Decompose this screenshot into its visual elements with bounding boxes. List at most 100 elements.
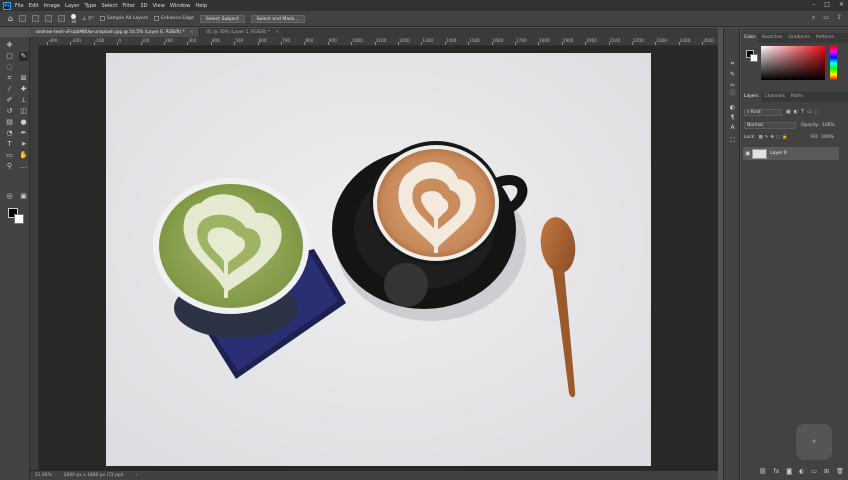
menu-edit[interactable]: Edit: [29, 3, 39, 9]
add-mask-icon[interactable]: ◙: [786, 468, 792, 475]
blend-mode-select[interactable]: Normal: [744, 122, 796, 129]
tool-presets-icon[interactable]: ✂: [728, 82, 737, 90]
tab-01[interactable]: 01 @ 30% (Layer 1, RGB/8) * ×: [200, 28, 286, 37]
lock-icons[interactable]: ▦✎✥⬚🔒: [759, 135, 790, 140]
info-icon[interactable]: ⓘ: [728, 90, 737, 98]
zoom-level[interactable]: 51.46%: [35, 473, 52, 478]
history-brush-icon[interactable]: ↺: [5, 107, 14, 116]
document-canvas-image[interactable]: [106, 53, 651, 466]
frame-tool-icon[interactable]: ⊠: [19, 74, 28, 83]
tab-swatches[interactable]: Swatches: [758, 33, 785, 43]
pen-tool-icon[interactable]: ✒: [19, 129, 28, 138]
tab-patterns[interactable]: Patterns: [813, 33, 837, 43]
layer-name[interactable]: Layer 0: [770, 151, 786, 156]
close-icon[interactable]: ✕: [839, 1, 844, 8]
tab-color[interactable]: Color: [741, 33, 759, 43]
layer-filter-select[interactable]: ⌕ Kind: [744, 109, 782, 116]
menu-file[interactable]: File: [15, 3, 24, 9]
fill-control[interactable]: Fill: 100%: [811, 135, 834, 140]
fx-icon[interactable]: fx: [774, 468, 780, 475]
angle-icon[interactable]: ∠ 0°: [82, 16, 94, 22]
color-bg-swatch[interactable]: [750, 54, 758, 62]
healing-brush-icon[interactable]: ✚: [19, 85, 28, 94]
menu-view[interactable]: View: [153, 3, 165, 9]
eyedropper-tool-icon[interactable]: ⁄: [5, 85, 14, 94]
enhance-edge-checkbox[interactable]: Enhance Edge: [153, 16, 194, 21]
tab-layers[interactable]: Layers: [741, 92, 762, 102]
maximize-icon[interactable]: □: [824, 1, 830, 8]
marquee-tool-icon[interactable]: ▢: [5, 52, 14, 61]
opacity-control[interactable]: Opacity: 100%: [801, 123, 835, 128]
ruler-corner[interactable]: [30, 37, 39, 46]
dodge-tool-icon[interactable]: ◔: [5, 129, 14, 138]
color-picker-field[interactable]: [761, 46, 825, 80]
brush-tool-icon[interactable]: ✐: [5, 96, 14, 105]
history-icon[interactable]: ⌗: [728, 60, 737, 68]
character-icon[interactable]: A: [728, 124, 737, 132]
status-menu-arrow[interactable]: ›: [136, 473, 138, 478]
close-tab-icon[interactable]: ×: [190, 30, 194, 35]
eraser-tool-icon[interactable]: ◫: [19, 107, 28, 116]
path-selection-icon[interactable]: ➤: [19, 140, 28, 149]
minimize-icon[interactable]: –: [812, 1, 815, 8]
quick-mask-icon[interactable]: ◎: [5, 192, 14, 201]
layer-filter-icons[interactable]: ▣◐T▭⬚: [786, 109, 823, 115]
menu-image[interactable]: Image: [44, 3, 60, 9]
menu-filter[interactable]: Filter: [122, 3, 135, 9]
workspace-icon[interactable]: ▭: [823, 14, 829, 22]
layer-row[interactable]: ◉ Layer 0: [743, 147, 839, 160]
sample-all-layers-checkbox[interactable]: Sample All Layers: [99, 16, 148, 21]
visibility-eye-icon[interactable]: ◉: [745, 150, 750, 157]
lasso-tool-icon[interactable]: ◌: [5, 63, 14, 72]
group-icon[interactable]: ▭: [811, 468, 817, 475]
background-color-swatch[interactable]: [14, 214, 24, 224]
type-tool-icon[interactable]: T: [5, 140, 14, 149]
hand-tool-icon[interactable]: ✋: [19, 151, 28, 160]
tab-channels[interactable]: Channels: [762, 92, 788, 102]
menu-layer[interactable]: Layer: [65, 3, 79, 9]
screen-mode-icon[interactable]: ▣: [19, 192, 28, 201]
home-icon[interactable]: ⌂: [8, 14, 13, 23]
close-tab-icon[interactable]: ×: [275, 30, 279, 35]
crop-tool-icon[interactable]: ⌗: [5, 74, 14, 83]
blur-tool-icon[interactable]: ●: [19, 118, 28, 127]
trash-icon[interactable]: 🗑: [836, 468, 844, 475]
new-layer-icon[interactable]: ⊞: [824, 468, 829, 475]
libraries-icon[interactable]: ⬚: [728, 136, 737, 144]
tab-andrew-teoh[interactable]: andrew-teoh-xFsxjbM8Uw-unsplash.jpg @ 54…: [30, 28, 201, 37]
select-and-mask-button[interactable]: Select and Mask...: [250, 14, 305, 23]
brush-settings-icon[interactable]: ✎: [728, 71, 737, 79]
menu-3d[interactable]: 3D: [140, 3, 147, 9]
menu-help[interactable]: Help: [195, 3, 207, 9]
brush-size-picker[interactable]: 30: [71, 13, 76, 24]
hue-slider[interactable]: [830, 46, 837, 80]
quick-selection-tool-icon[interactable]: ✎: [19, 52, 28, 61]
search-icon[interactable]: ⌕: [812, 14, 815, 22]
zoom-tool-icon[interactable]: ⚲: [5, 162, 14, 171]
vertical-ruler[interactable]: [30, 46, 39, 470]
horizontal-ruler[interactable]: -300 -200 -100 0 100 200 300 400 500 600 700 800 900…: [39, 37, 718, 46]
tab-label: 01 @ 30% (Layer 1, RGB/8) *: [206, 30, 271, 35]
select-subject-button[interactable]: Select Subject: [199, 14, 245, 23]
ruler-label: 700: [282, 38, 290, 43]
tab-gradients[interactable]: Gradients: [785, 33, 812, 43]
share-icon[interactable]: ⇪: [837, 14, 842, 22]
paragraph-icon[interactable]: ¶: [728, 114, 737, 122]
ruler-label: 2200: [633, 38, 644, 43]
add-to-selection-icon[interactable]: [45, 15, 53, 22]
menu-type[interactable]: Type: [84, 3, 96, 9]
rectangle-tool-icon[interactable]: ▭: [5, 151, 14, 160]
gradient-tool-icon[interactable]: ▤: [5, 118, 14, 127]
menu-select[interactable]: Select: [101, 3, 117, 9]
subtract-from-selection-icon[interactable]: [58, 15, 66, 22]
tool-preset-picker[interactable]: [19, 15, 27, 22]
more-tools-icon[interactable]: …: [19, 162, 28, 171]
stamp-tool-icon[interactable]: ⊥: [19, 96, 28, 105]
new-selection-icon[interactable]: [32, 15, 40, 22]
tab-paths[interactable]: Paths: [788, 92, 806, 102]
move-tool-icon[interactable]: ✥: [5, 41, 14, 50]
adjustment-layer-icon[interactable]: ◐: [799, 468, 804, 475]
adjustments-icon[interactable]: ◐: [728, 104, 737, 112]
link-layers-icon[interactable]: ⛓: [759, 468, 767, 475]
menu-window[interactable]: Window: [170, 3, 190, 9]
